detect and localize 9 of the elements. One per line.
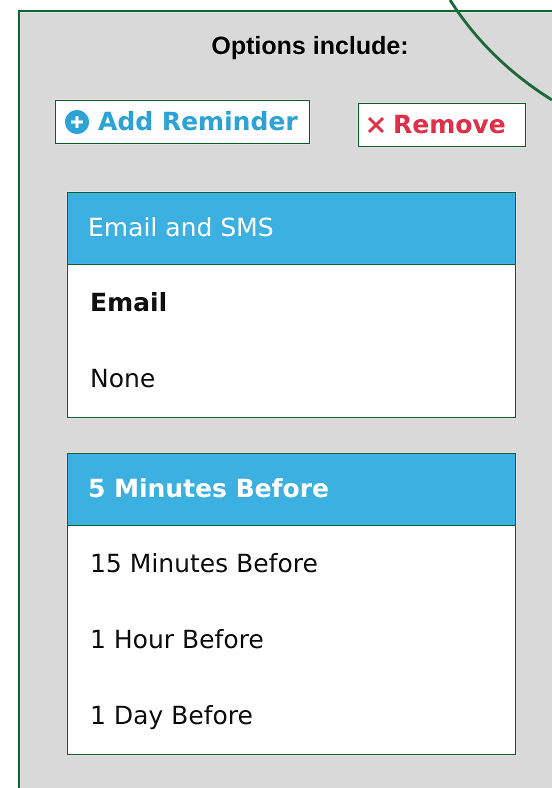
plus-icon	[64, 108, 90, 134]
remove-button[interactable]: Remove	[358, 102, 526, 146]
dropdown-option[interactable]: None	[68, 340, 515, 416]
dropdown-option[interactable]: Email	[68, 264, 515, 340]
close-icon	[367, 116, 385, 134]
heading: Options include:	[210, 31, 410, 62]
dropdown-option[interactable]: 15 Minutes Before	[68, 526, 515, 602]
dropdown-option[interactable]: 1 Hour Before	[68, 602, 515, 678]
dropdown-option[interactable]: 1 Day Before	[68, 678, 515, 754]
